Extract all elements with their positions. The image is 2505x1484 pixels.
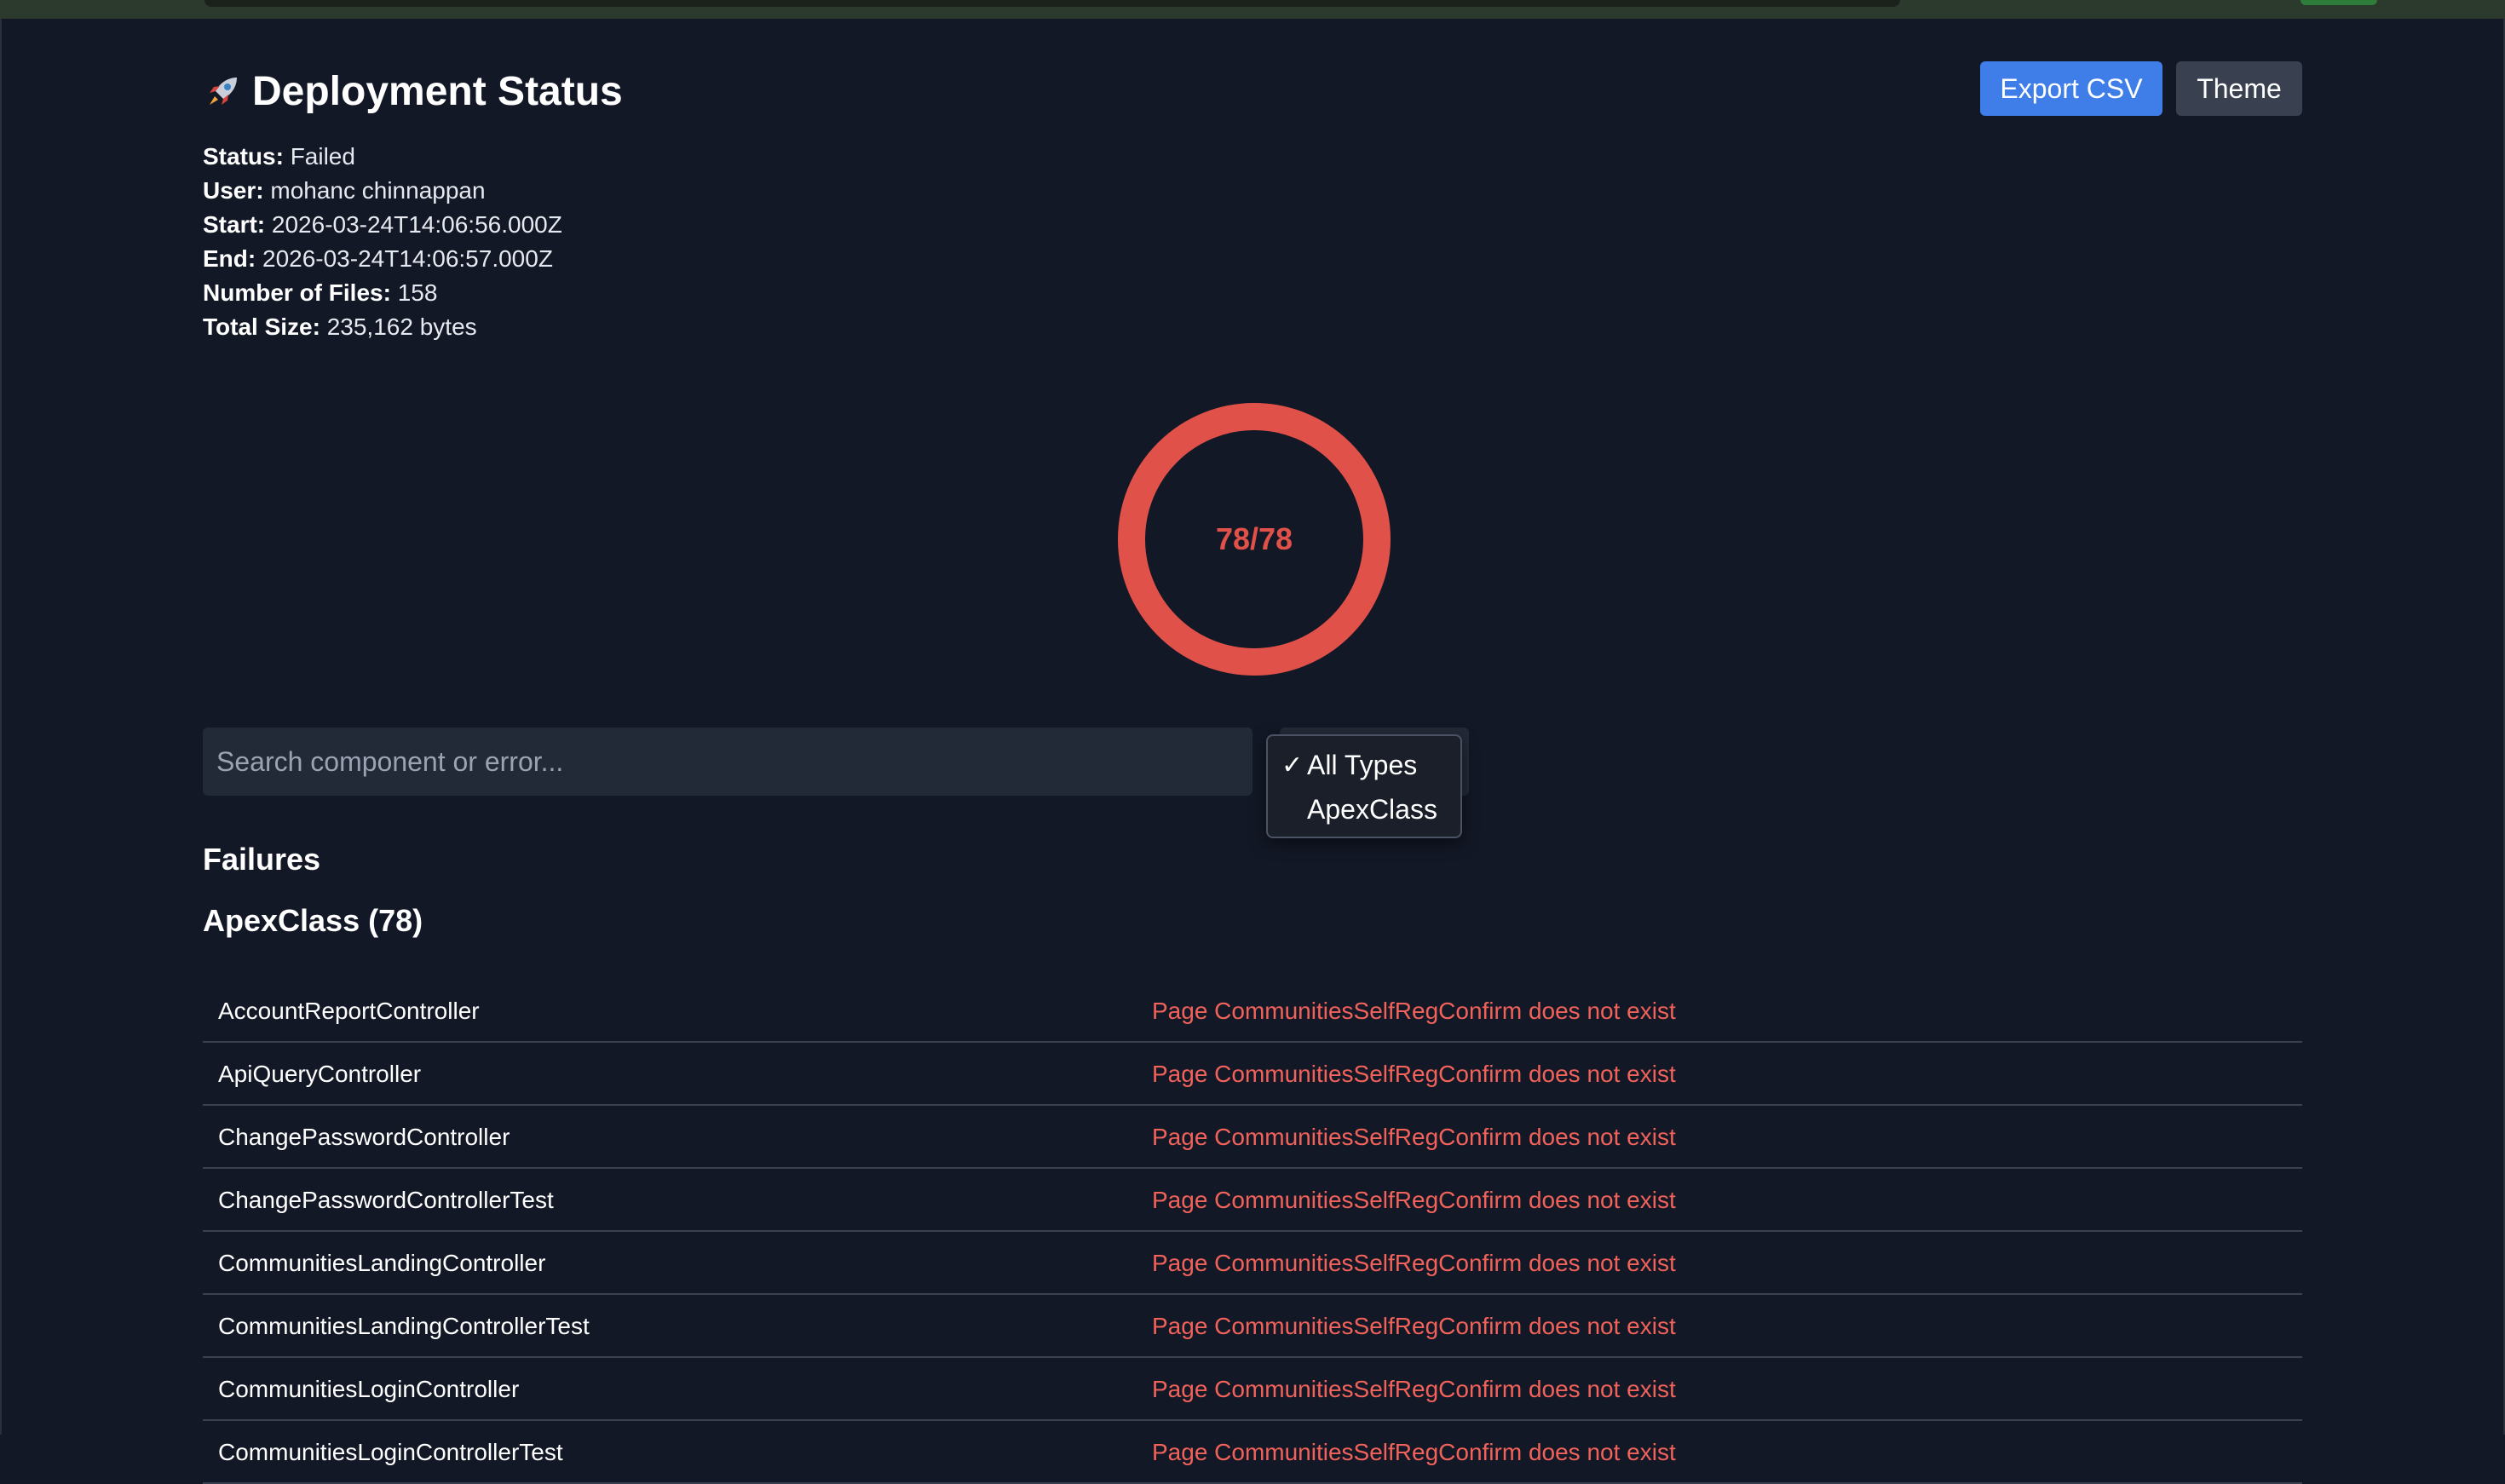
component-name: ApiQueryController (218, 1061, 422, 1087)
meta-end: End: 2026-03-24T14:06:57.000Z (203, 242, 1225, 276)
search-input[interactable] (203, 728, 1252, 796)
component-name: CommunitiesLandingControllerTest (218, 1313, 590, 1339)
component-name: ChangePasswordController (218, 1124, 510, 1150)
failures-table: AccountReportController Page Communities… (203, 980, 2302, 1484)
component-name: AccountReportController (218, 998, 480, 1024)
meta-start-value: 2026-03-24T14:06:56.000Z (271, 211, 562, 238)
meta-size-label: Total Size: (203, 313, 320, 340)
type-filter-dropdown[interactable]: ✓ All Types ApexClass (1266, 734, 1462, 838)
component-name: ChangePasswordControllerTest (218, 1187, 554, 1213)
error-message: Page CommunitiesSelfRegConfirm does not … (1152, 998, 1676, 1024)
meta-start-label: Start: (203, 211, 266, 238)
table-row: CommunitiesLandingControllerTest Page Co… (203, 1295, 2302, 1358)
meta-size: Total Size: 235,162 bytes (203, 310, 1225, 344)
meta-size-value: 235,162 bytes (326, 313, 477, 340)
type-option-all[interactable]: ✓ All Types (1268, 743, 1460, 787)
table-row: ChangePasswordControllerTest Page Commun… (203, 1169, 2302, 1232)
error-message: Page CommunitiesSelfRegConfirm does not … (1152, 1376, 1676, 1402)
meta-files: Number of Files: 158 (203, 276, 1225, 310)
table-row: CommunitiesLandingController Page Commun… (203, 1232, 2302, 1295)
type-option-all-label: All Types (1307, 749, 1418, 780)
browser-indicator (2301, 0, 2377, 5)
header: Deployment Status Export CSV Theme (203, 61, 2302, 121)
deployment-meta: Status: Failed User: mohanc chinnappan S… (203, 140, 1225, 344)
meta-status-label: Status: (203, 143, 284, 170)
meta-start: Start: 2026-03-24T14:06:56.000Z (203, 208, 1225, 242)
checkmark-icon: ✓ (1281, 751, 1304, 779)
meta-end-value: 2026-03-24T14:06:57.000Z (262, 245, 553, 272)
error-message: Page CommunitiesSelfRegConfirm does not … (1152, 1313, 1676, 1339)
type-option-apexclass[interactable]: ApexClass (1268, 787, 1460, 831)
meta-user: User: mohanc chinnappan (203, 174, 1225, 208)
progress-label: 78/78 (1215, 521, 1293, 556)
meta-end-label: End: (203, 245, 256, 272)
export-csv-button[interactable]: Export CSV (1980, 61, 2162, 116)
progress-donut: 78/78 (1114, 399, 1395, 680)
error-message: Page CommunitiesSelfRegConfirm does not … (1152, 1061, 1676, 1087)
browser-top-strip (0, 0, 2505, 19)
error-message: Page CommunitiesSelfRegConfirm does not … (1152, 1124, 1676, 1150)
error-message: Page CommunitiesSelfRegConfirm does not … (1152, 1439, 1676, 1465)
meta-user-label: User: (203, 177, 264, 204)
meta-user-value: mohanc chinnappan (270, 177, 486, 204)
table-row: ApiQueryController Page CommunitiesSelfR… (203, 1043, 2302, 1106)
meta-files-value: 158 (397, 279, 438, 306)
failures-heading: Failures (203, 842, 321, 877)
address-bar[interactable] (204, 0, 1900, 7)
meta-status: Status: Failed (203, 140, 1225, 174)
component-name: CommunitiesLoginControllerTest (218, 1439, 563, 1465)
rocket-icon (210, 78, 237, 105)
meta-status-value: Failed (290, 143, 355, 170)
group-heading: ApexClass (78) (203, 903, 423, 938)
component-name: CommunitiesLoginController (218, 1376, 520, 1402)
page-title-text: Deployment Status (252, 68, 623, 114)
meta-files-label: Number of Files: (203, 279, 391, 306)
error-message: Page CommunitiesSelfRegConfirm does not … (1152, 1187, 1676, 1213)
page-title: Deployment Status (203, 61, 623, 121)
table-row: AccountReportController Page Communities… (203, 980, 2302, 1043)
theme-button[interactable]: Theme (2176, 61, 2302, 116)
component-name: CommunitiesLandingController (218, 1250, 546, 1276)
table-row: CommunitiesLoginControllerTest Page Comm… (203, 1421, 2302, 1484)
error-message: Page CommunitiesSelfRegConfirm does not … (1152, 1250, 1676, 1276)
type-option-apexclass-label: ApexClass (1307, 793, 1437, 825)
table-row: CommunitiesLoginController Page Communit… (203, 1358, 2302, 1421)
table-row: ChangePasswordController Page Communitie… (203, 1106, 2302, 1169)
